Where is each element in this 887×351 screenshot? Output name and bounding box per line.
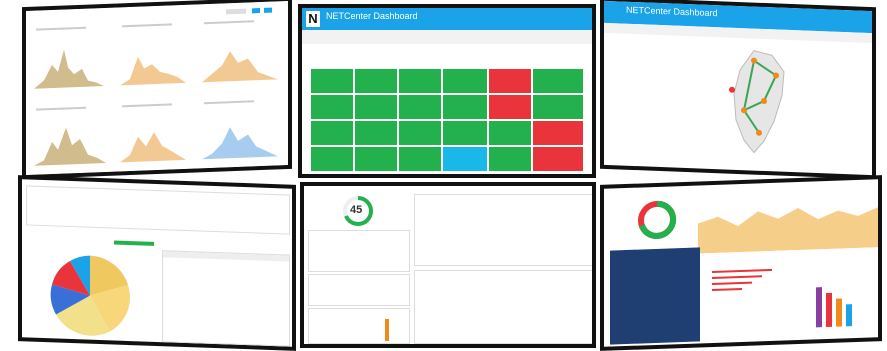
donut-chart[interactable] [632, 194, 682, 246]
area-chart[interactable] [698, 187, 878, 254]
area-charts-graphic [26, 0, 288, 176]
status-cell[interactable] [310, 94, 354, 120]
filter-form[interactable] [26, 185, 290, 235]
status-cell[interactable] [398, 120, 442, 146]
treemap-screen [604, 179, 878, 347]
data-table[interactable] [414, 194, 592, 266]
status-cell[interactable] [532, 120, 584, 146]
status-cell[interactable] [488, 146, 532, 172]
status-cell[interactable] [354, 146, 398, 172]
status-grid-screen: N NETCenter Dashboard [302, 8, 592, 174]
table-header [163, 251, 289, 262]
status-cell[interactable] [398, 146, 442, 172]
treemap[interactable] [610, 247, 700, 345]
list-panel[interactable] [308, 230, 410, 272]
dashboard-title: NETCenter Dashboard [326, 11, 418, 21]
map-screen: NETCenter Dashboard [604, 0, 872, 176]
gauge-value: 45 [350, 204, 363, 216]
toolbar[interactable] [302, 30, 592, 44]
status-cell[interactable] [310, 68, 354, 94]
status-cell[interactable] [398, 68, 442, 94]
gauge-tables-screen: 45 [304, 186, 592, 344]
dashboard-tile-pie-report[interactable] [18, 175, 296, 351]
list-panel[interactable] [308, 274, 410, 306]
dashboard-tile-area-charts[interactable] [22, 0, 292, 180]
status-cell[interactable] [442, 146, 488, 172]
data-table[interactable] [162, 250, 290, 347]
status-cell[interactable] [354, 94, 398, 120]
dashboard-tile-map[interactable]: NETCenter Dashboard [600, 0, 876, 180]
status-cell[interactable] [442, 68, 488, 94]
dashboard-tile-gauge-tables[interactable]: 45 [300, 182, 596, 348]
list-panel[interactable] [308, 308, 410, 344]
map-graphic[interactable] [604, 35, 872, 165]
status-cell[interactable] [354, 68, 398, 94]
status-cell[interactable] [398, 94, 442, 120]
pie-chart[interactable] [30, 246, 160, 341]
data-table[interactable] [414, 270, 592, 344]
dashboard-tile-treemap[interactable] [600, 175, 882, 351]
status-cell[interactable] [488, 120, 532, 146]
bar-chart[interactable] [706, 245, 876, 341]
status-cell[interactable] [532, 94, 584, 120]
status-cell[interactable] [354, 120, 398, 146]
dashboard-tile-status-grid[interactable]: N NETCenter Dashboard [298, 4, 596, 178]
status-cell[interactable] [532, 68, 584, 94]
status-cell[interactable] [532, 146, 584, 172]
status-cell[interactable] [442, 120, 488, 146]
status-cell[interactable] [488, 94, 532, 120]
status-badge [114, 240, 154, 246]
status-cell[interactable] [310, 120, 354, 146]
status-cell[interactable] [488, 68, 532, 94]
status-cell[interactable] [442, 94, 488, 120]
status-cell[interactable] [310, 146, 354, 172]
pie-report-screen [22, 179, 292, 347]
bar [385, 319, 389, 341]
area-charts-screen [26, 0, 288, 176]
netcenter-logo: N [306, 11, 320, 27]
